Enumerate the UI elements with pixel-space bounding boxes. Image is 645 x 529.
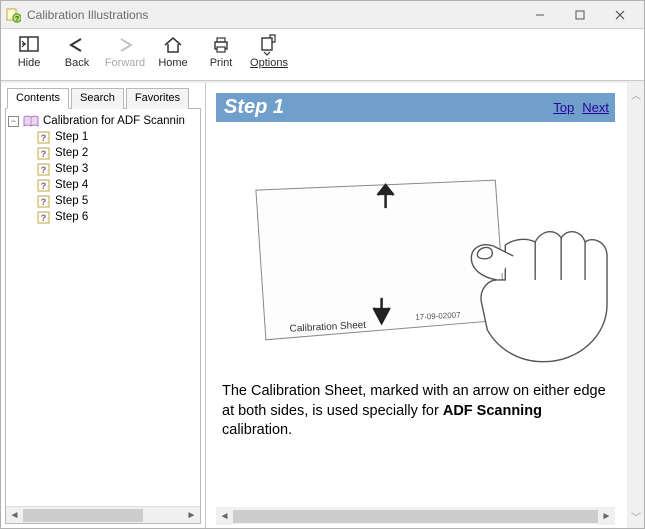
maximize-button[interactable] (560, 4, 600, 26)
hide-button[interactable]: Hide (5, 31, 53, 69)
hide-icon (17, 33, 41, 57)
forward-button: Forward (101, 31, 149, 69)
options-button[interactable]: Options (245, 31, 293, 69)
illustration: Calibration Sheet 17-09-02007 (216, 130, 615, 380)
window-controls (520, 4, 640, 26)
toolbar: Hide Back Forward Home Print Options (1, 29, 644, 81)
toolbar-label: Options (250, 57, 288, 69)
page-title: Step 1 (224, 96, 553, 119)
tree-item-label: Step 6 (55, 211, 88, 223)
scroll-right-icon[interactable]: ► (183, 507, 200, 524)
tree-item-label: Step 4 (55, 179, 88, 191)
svg-text:?: ? (41, 149, 47, 159)
tree-scrollbar[interactable]: ◄ ► (6, 506, 200, 523)
toolbar-label: Hide (18, 57, 41, 69)
top-link[interactable]: Top (553, 100, 574, 115)
scroll-thumb[interactable] (233, 510, 598, 523)
desc-text: calibration. (222, 422, 292, 438)
tab-contents[interactable]: Contents (7, 88, 69, 109)
content-body: Step 1 Top Next Calibration S (206, 83, 627, 528)
content-panel: Step 1 Top Next Calibration S (206, 83, 644, 528)
tree-item[interactable]: ? Step 4 (36, 177, 198, 193)
tree-item-label: Step 3 (55, 163, 88, 175)
scroll-up-icon[interactable]: ︿ (631, 87, 641, 102)
svg-text:?: ? (41, 165, 47, 175)
app-icon: ? (5, 7, 21, 23)
svg-text:?: ? (41, 133, 47, 143)
svg-text:?: ? (15, 16, 19, 23)
scroll-track[interactable] (23, 507, 183, 524)
main-area: Contents Search Favorites − Calibration … (1, 81, 644, 528)
content-vscrollbar[interactable]: ︿ ﹀ (627, 83, 644, 528)
titlebar: ? Calibration Illustrations (1, 1, 644, 29)
print-button[interactable]: Print (197, 31, 245, 69)
toolbar-label: Back (65, 57, 89, 69)
print-icon (209, 33, 233, 57)
forward-icon (113, 33, 137, 57)
minimize-button[interactable] (520, 4, 560, 26)
close-button[interactable] (600, 4, 640, 26)
nav-links: Top Next (553, 100, 609, 115)
nav-tabs: Contents Search Favorites (5, 87, 201, 108)
desc-text: The Calibration Sheet, marked with an ar… (222, 383, 606, 419)
tree-item-label: Step 2 (55, 147, 88, 159)
help-page-icon: ? (36, 210, 52, 224)
scroll-thumb[interactable] (23, 509, 143, 522)
next-link[interactable]: Next (582, 100, 609, 115)
svg-text:?: ? (41, 197, 47, 207)
help-page-icon: ? (36, 178, 52, 192)
toolbar-label: Home (158, 57, 187, 69)
navigation-panel: Contents Search Favorites − Calibration … (1, 83, 206, 528)
window-title: Calibration Illustrations (27, 8, 520, 22)
tree-root-row[interactable]: − Calibration for ADF Scannin (8, 113, 198, 129)
scroll-down-icon[interactable]: ﹀ (631, 509, 641, 524)
tree-item-label: Step 5 (55, 195, 88, 207)
contents-tree-container: − Calibration for ADF Scannin ? Step 1 ?… (5, 108, 201, 524)
content-hscrollbar[interactable]: ◄ ► (216, 507, 615, 524)
options-icon (257, 33, 281, 57)
home-icon (161, 33, 185, 57)
help-page-icon: ? (36, 146, 52, 160)
help-page-icon: ? (36, 194, 52, 208)
contents-tree: − Calibration for ADF Scannin ? Step 1 ?… (6, 109, 200, 506)
scroll-left-icon[interactable]: ◄ (6, 507, 23, 524)
toolbar-label: Forward (105, 57, 145, 69)
desc-bold: ADF Scanning (443, 403, 542, 419)
back-button[interactable]: Back (53, 31, 101, 69)
help-page-icon: ? (36, 130, 52, 144)
back-icon (65, 33, 89, 57)
collapse-icon[interactable]: − (8, 116, 19, 127)
tab-search[interactable]: Search (71, 88, 124, 109)
home-button[interactable]: Home (149, 31, 197, 69)
scroll-right-icon[interactable]: ► (598, 508, 615, 525)
svg-text:?: ? (41, 213, 47, 223)
tree-item[interactable]: ? Step 5 (36, 193, 198, 209)
scroll-track[interactable] (233, 508, 598, 525)
scroll-left-icon[interactable]: ◄ (216, 508, 233, 525)
book-icon (23, 114, 39, 128)
content-heading-bar: Step 1 Top Next (216, 93, 615, 122)
svg-text:?: ? (41, 181, 47, 191)
tab-favorites[interactable]: Favorites (126, 88, 189, 109)
description: The Calibration Sheet, marked with an ar… (216, 380, 615, 443)
toolbar-label: Print (210, 57, 233, 69)
help-page-icon: ? (36, 162, 52, 176)
tree-item[interactable]: ? Step 2 (36, 145, 198, 161)
tree-item[interactable]: ? Step 3 (36, 161, 198, 177)
tree-item[interactable]: ? Step 6 (36, 209, 198, 225)
tree-root-label: Calibration for ADF Scannin (43, 115, 185, 127)
tree-item[interactable]: ? Step 1 (36, 129, 198, 145)
tree-item-label: Step 1 (55, 131, 88, 143)
